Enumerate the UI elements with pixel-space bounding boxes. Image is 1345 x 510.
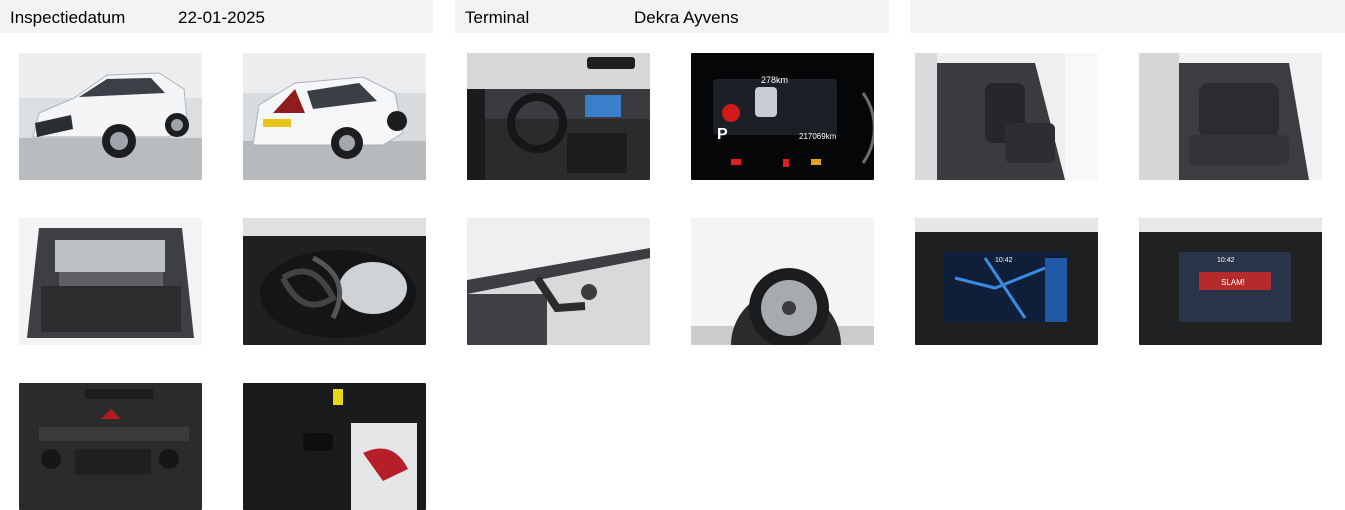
inspection-date-row: Inspectiedatum 22-01-2025: [0, 0, 433, 33]
terminal-row: Terminal Dekra Ayvens: [455, 0, 889, 33]
photo-tow-hitch[interactable]: [467, 218, 650, 345]
inspection-date-label: Inspectiedatum: [10, 8, 126, 27]
photo-front-seats[interactable]: [915, 53, 1098, 180]
photo-center-console[interactable]: [19, 383, 202, 510]
empty-header-row: [910, 0, 1345, 33]
photo-rear-seats[interactable]: [1139, 53, 1322, 180]
terminal-value: Dekra Ayvens: [634, 8, 739, 27]
photo-car-rear-right[interactable]: [243, 53, 426, 180]
photo-instrument-cluster[interactable]: 278km P 217069km: [691, 53, 874, 180]
photo-dashboard[interactable]: [467, 53, 650, 180]
photo-open-trunk[interactable]: [19, 218, 202, 345]
photo-wheel-rim[interactable]: [691, 218, 874, 345]
photo-infotainment-navigation[interactable]: 10:42: [915, 218, 1098, 345]
nav-clock-text: 10:42: [995, 257, 1013, 264]
radio-clock-text: 10:42: [1217, 257, 1235, 264]
photo-keys-manuals[interactable]: [243, 383, 426, 510]
photo-infotainment-radio[interactable]: SLAM! 10:42: [1139, 218, 1322, 345]
photo-charging-cables[interactable]: [243, 218, 426, 345]
inspection-date-value: 22-01-2025: [178, 8, 265, 27]
cluster-odometer-text: 217069km: [799, 132, 837, 141]
cluster-range-text: 278km: [761, 75, 788, 85]
cluster-gear-text: P: [717, 126, 728, 143]
radio-station-text: SLAM!: [1221, 278, 1245, 287]
terminal-label: Terminal: [465, 8, 530, 27]
photo-car-front-left[interactable]: [19, 53, 202, 180]
